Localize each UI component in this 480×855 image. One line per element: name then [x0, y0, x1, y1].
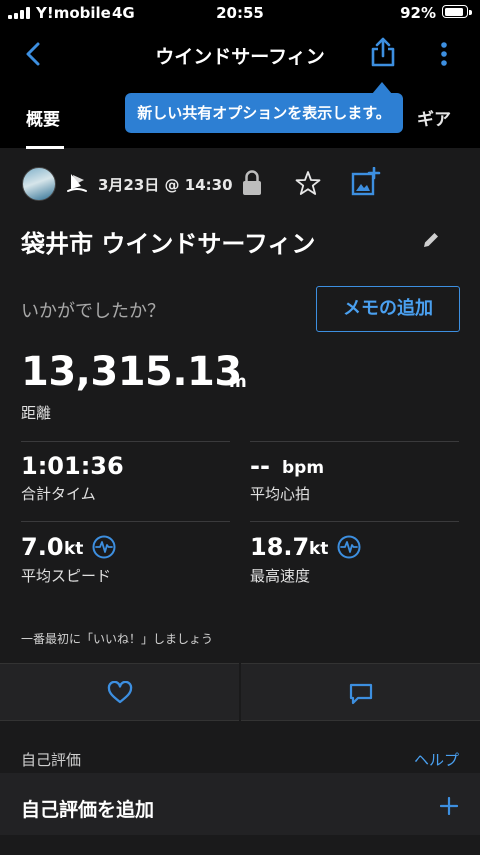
- divider: [250, 521, 459, 522]
- more-vertical-icon: [441, 42, 447, 66]
- heart-icon: [107, 681, 133, 704]
- tab-overview[interactable]: 概要: [26, 105, 60, 130]
- speed-analysis-icon[interactable]: [92, 535, 116, 559]
- add-memo-button[interactable]: メモの追加: [316, 286, 460, 332]
- divider: [21, 521, 230, 522]
- divider: [250, 441, 459, 442]
- divider: [21, 441, 230, 442]
- add-self-eval-button[interactable]: [439, 796, 459, 816]
- max-speed-value: 18.7: [250, 533, 310, 561]
- like-prompt: 一番最初に「いいね！」しましょう: [21, 632, 214, 646]
- total-time-value: 1:01:36: [21, 452, 124, 480]
- status-bar: Y!mobile 4G 20:55 92%: [0, 0, 480, 26]
- activity-title: 袋井市 ウインドサーフィン: [21, 230, 316, 258]
- avg-speed-value: 7.0: [21, 533, 64, 561]
- distance-unit: m: [229, 372, 247, 392]
- distance-label: 距離: [21, 404, 52, 422]
- max-speed-label: 最高速度: [250, 567, 311, 585]
- add-photo-button[interactable]: [351, 166, 381, 197]
- activity-date: 3月23日 @ 14:30: [98, 176, 233, 194]
- page-title: ウインドサーフィン: [155, 46, 325, 68]
- tab-active-indicator: [26, 146, 64, 149]
- avatar[interactable]: [22, 167, 56, 201]
- privacy-button[interactable]: [241, 169, 263, 197]
- battery-percent: 92%: [400, 4, 436, 22]
- share-icon: [371, 37, 395, 67]
- help-link[interactable]: ヘルプ: [414, 749, 459, 770]
- more-options-button[interactable]: [436, 40, 452, 68]
- max-speed-unit: kt: [309, 539, 329, 559]
- battery-icon: [442, 5, 468, 18]
- like-button[interactable]: [0, 663, 239, 721]
- feedback-question: いかがでしたか？: [21, 301, 165, 322]
- plus-icon: [439, 796, 459, 816]
- favorite-button[interactable]: [295, 170, 321, 196]
- bottom-spacer: [0, 835, 480, 855]
- share-button[interactable]: [369, 36, 397, 68]
- distance-value: 13,315.13: [21, 349, 242, 395]
- windsurf-icon: [66, 172, 88, 194]
- avg-heart-rate-label: 平均心拍: [250, 485, 311, 503]
- total-time-label: 合計タイム: [21, 485, 96, 503]
- pencil-icon: [424, 233, 438, 247]
- self-eval-section-label: 自己評価: [21, 751, 82, 769]
- star-icon: [295, 171, 321, 195]
- add-photo-icon: [351, 166, 381, 196]
- battery-tip: [469, 10, 472, 15]
- add-self-eval-label: 自己評価を追加: [21, 799, 155, 821]
- avg-speed-label: 平均スピード: [21, 567, 112, 585]
- tab-gear[interactable]: ギア: [417, 105, 451, 130]
- edit-title-button[interactable]: [421, 230, 441, 250]
- share-tooltip[interactable]: 新しい共有オプションを表示します。: [125, 93, 403, 133]
- comment-button[interactable]: [241, 663, 480, 721]
- comment-icon: [349, 683, 373, 705]
- max-speed-analysis-icon[interactable]: [337, 535, 361, 559]
- avg-heart-rate-unit: bpm: [282, 458, 325, 478]
- lock-icon: [243, 170, 261, 195]
- avg-speed-unit: kt: [64, 539, 84, 559]
- avg-heart-rate-value: --: [250, 452, 270, 480]
